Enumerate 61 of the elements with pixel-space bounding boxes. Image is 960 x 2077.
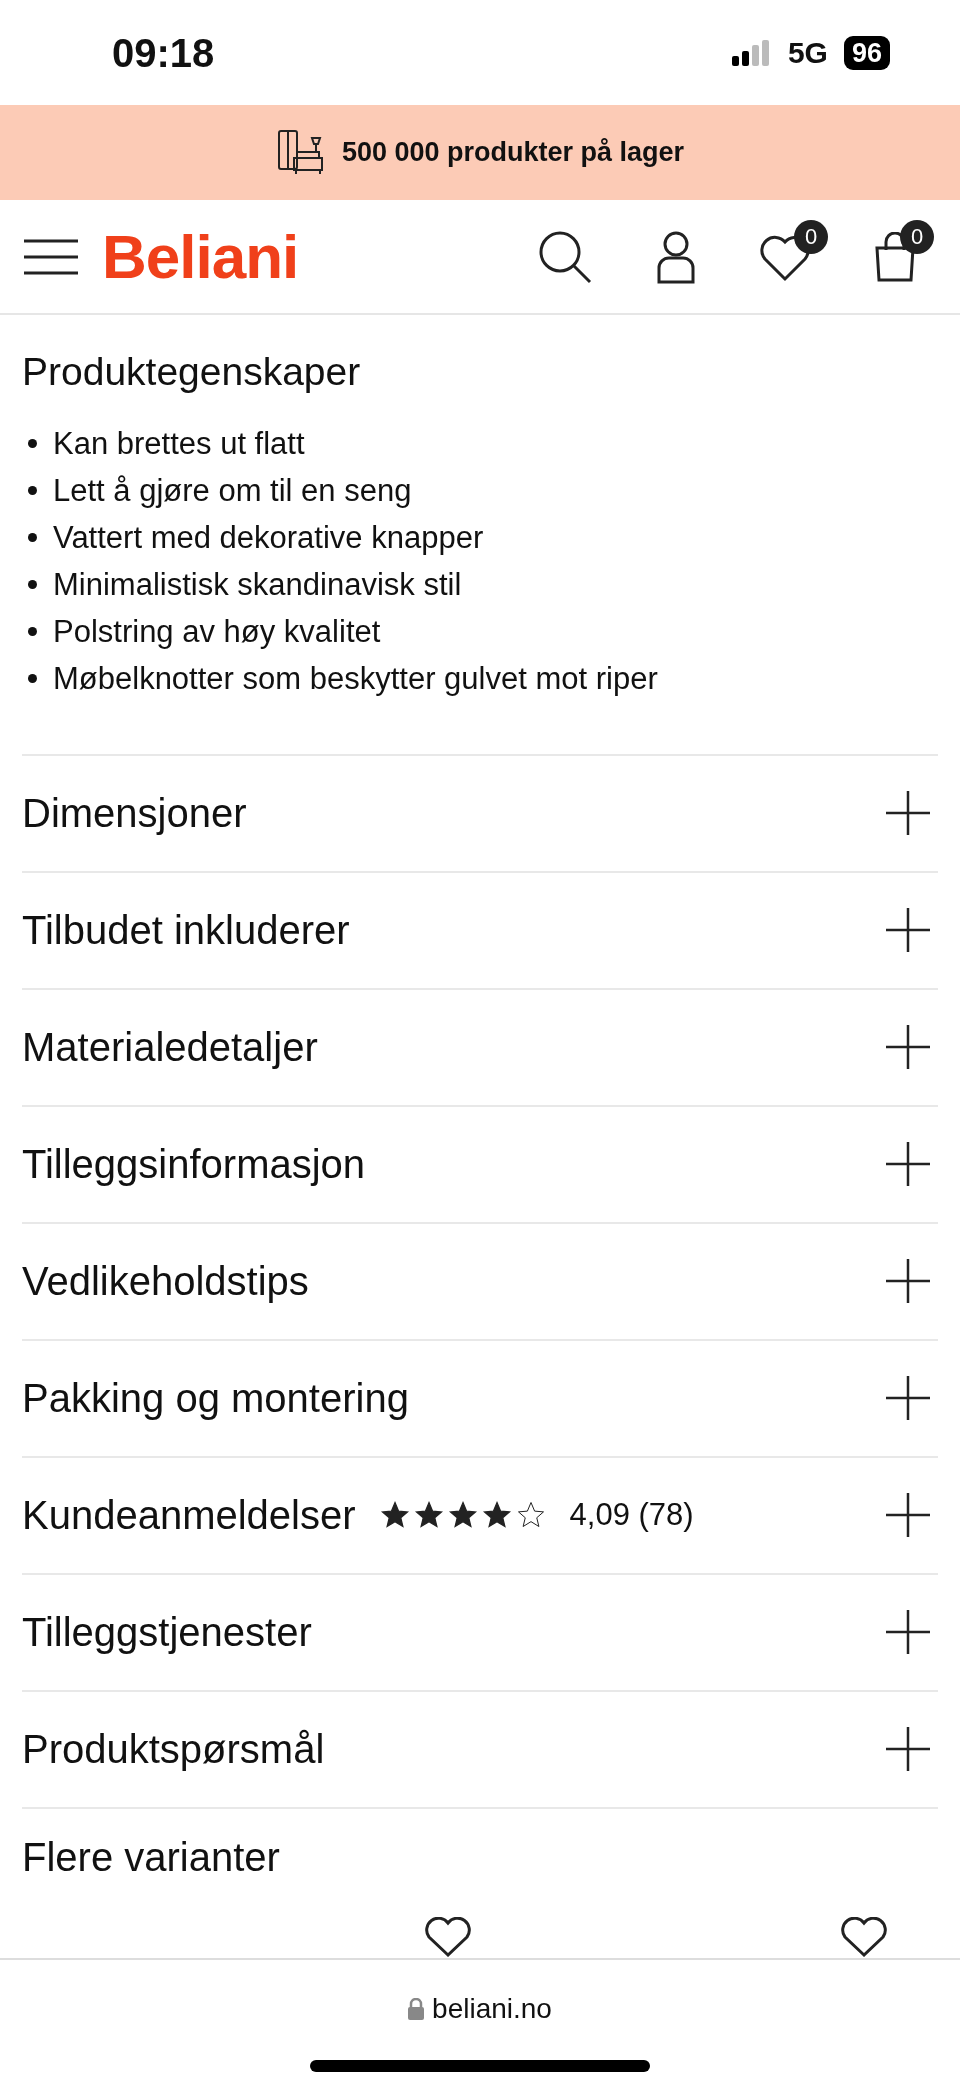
signal-icon (731, 39, 772, 66)
star-icon (447, 1500, 478, 1530)
section-heading: Flere varianter (22, 1833, 281, 1881)
bullet-icon (28, 579, 37, 589)
network-label: 5G (787, 35, 828, 71)
section-heading: Produktegenskaper (22, 349, 362, 395)
search-icon[interactable] (538, 229, 592, 284)
bullet-icon (28, 532, 37, 542)
rating-text: 4,09 (78) (569, 1495, 694, 1534)
bullet-icon (28, 485, 37, 495)
feature-text: Møbelknotter som beskytter gulvet mot riper (53, 659, 658, 698)
accordion-header[interactable]: Dimensjoner (22, 753, 938, 871)
accordion-title: Kundeanmeldelser (22, 1492, 356, 1539)
accordion-header[interactable]: Kundeanmeldelser 4,09 (78) (22, 1455, 938, 1573)
plus-icon (886, 1142, 930, 1186)
feature-text: Kan brettes ut flatt (53, 424, 305, 463)
plus-icon (886, 1376, 930, 1420)
promo-text: 500 000 produkter på lager (341, 136, 685, 170)
accordion-header[interactable]: Produktspørsmål (22, 1689, 938, 1807)
bullet-icon (28, 626, 37, 636)
plus-icon (886, 791, 930, 835)
accordion-header[interactable]: Materialedetaljer (22, 987, 938, 1105)
lock-icon (408, 1998, 425, 2020)
accordion-title: Pakking og montering (22, 1375, 409, 1422)
wishlist-count: 0 (794, 219, 828, 254)
star-icon (413, 1500, 444, 1530)
star-icon (515, 1500, 546, 1530)
plus-icon (886, 1727, 930, 1771)
bullet-icon (28, 438, 37, 448)
plus-icon (886, 908, 930, 952)
feature-text: Minimalistisk skandinavisk stil (53, 565, 462, 604)
accordion-title: Tilbudet inkluderer (22, 907, 350, 954)
feature-text: Lett å gjøre om til en seng (53, 471, 412, 510)
feature-text: Polstring av høy kvalitet (53, 612, 381, 651)
accordion-title: Vedlikeholdstips (22, 1258, 309, 1305)
user-icon[interactable] (656, 229, 696, 284)
url-text[interactable]: beliani.no (432, 1988, 552, 2030)
status-time: 09:18 (112, 29, 215, 77)
accordion-title: Tilleggsinformasjon (22, 1141, 366, 1188)
accordion-title: Dimensjoner (22, 790, 247, 837)
accordion-title: Produktspørsmål (22, 1726, 325, 1773)
accordion-header[interactable]: Pakking og montering (22, 1338, 938, 1456)
accordion-title: Tilleggstjenester (22, 1609, 312, 1656)
accordion-header[interactable]: Tilbudet inkluderer (22, 870, 938, 988)
battery-level: 96 (843, 35, 890, 70)
plus-icon (886, 1025, 930, 1069)
star-icon (481, 1500, 512, 1530)
accordion-title: Materialedetaljer (22, 1024, 318, 1071)
heart-icon[interactable] (840, 1916, 888, 1957)
accordion-header[interactable]: Tilleggstjenester (22, 1572, 938, 1690)
accordion-header[interactable]: Tilleggsinformasjon (22, 1104, 938, 1222)
plus-icon (886, 1259, 930, 1303)
logo[interactable]: Beliani (102, 225, 299, 288)
heart-icon[interactable] (424, 1916, 472, 1957)
plus-icon (886, 1493, 930, 1537)
accordion-header[interactable]: Vedlikeholdstips (22, 1221, 938, 1339)
star-icon (379, 1500, 410, 1530)
plus-icon (886, 1610, 930, 1654)
bullet-icon (28, 673, 37, 683)
feature-text: Vattert med dekorative knapper (53, 518, 484, 557)
cart-count: 0 (900, 219, 934, 254)
